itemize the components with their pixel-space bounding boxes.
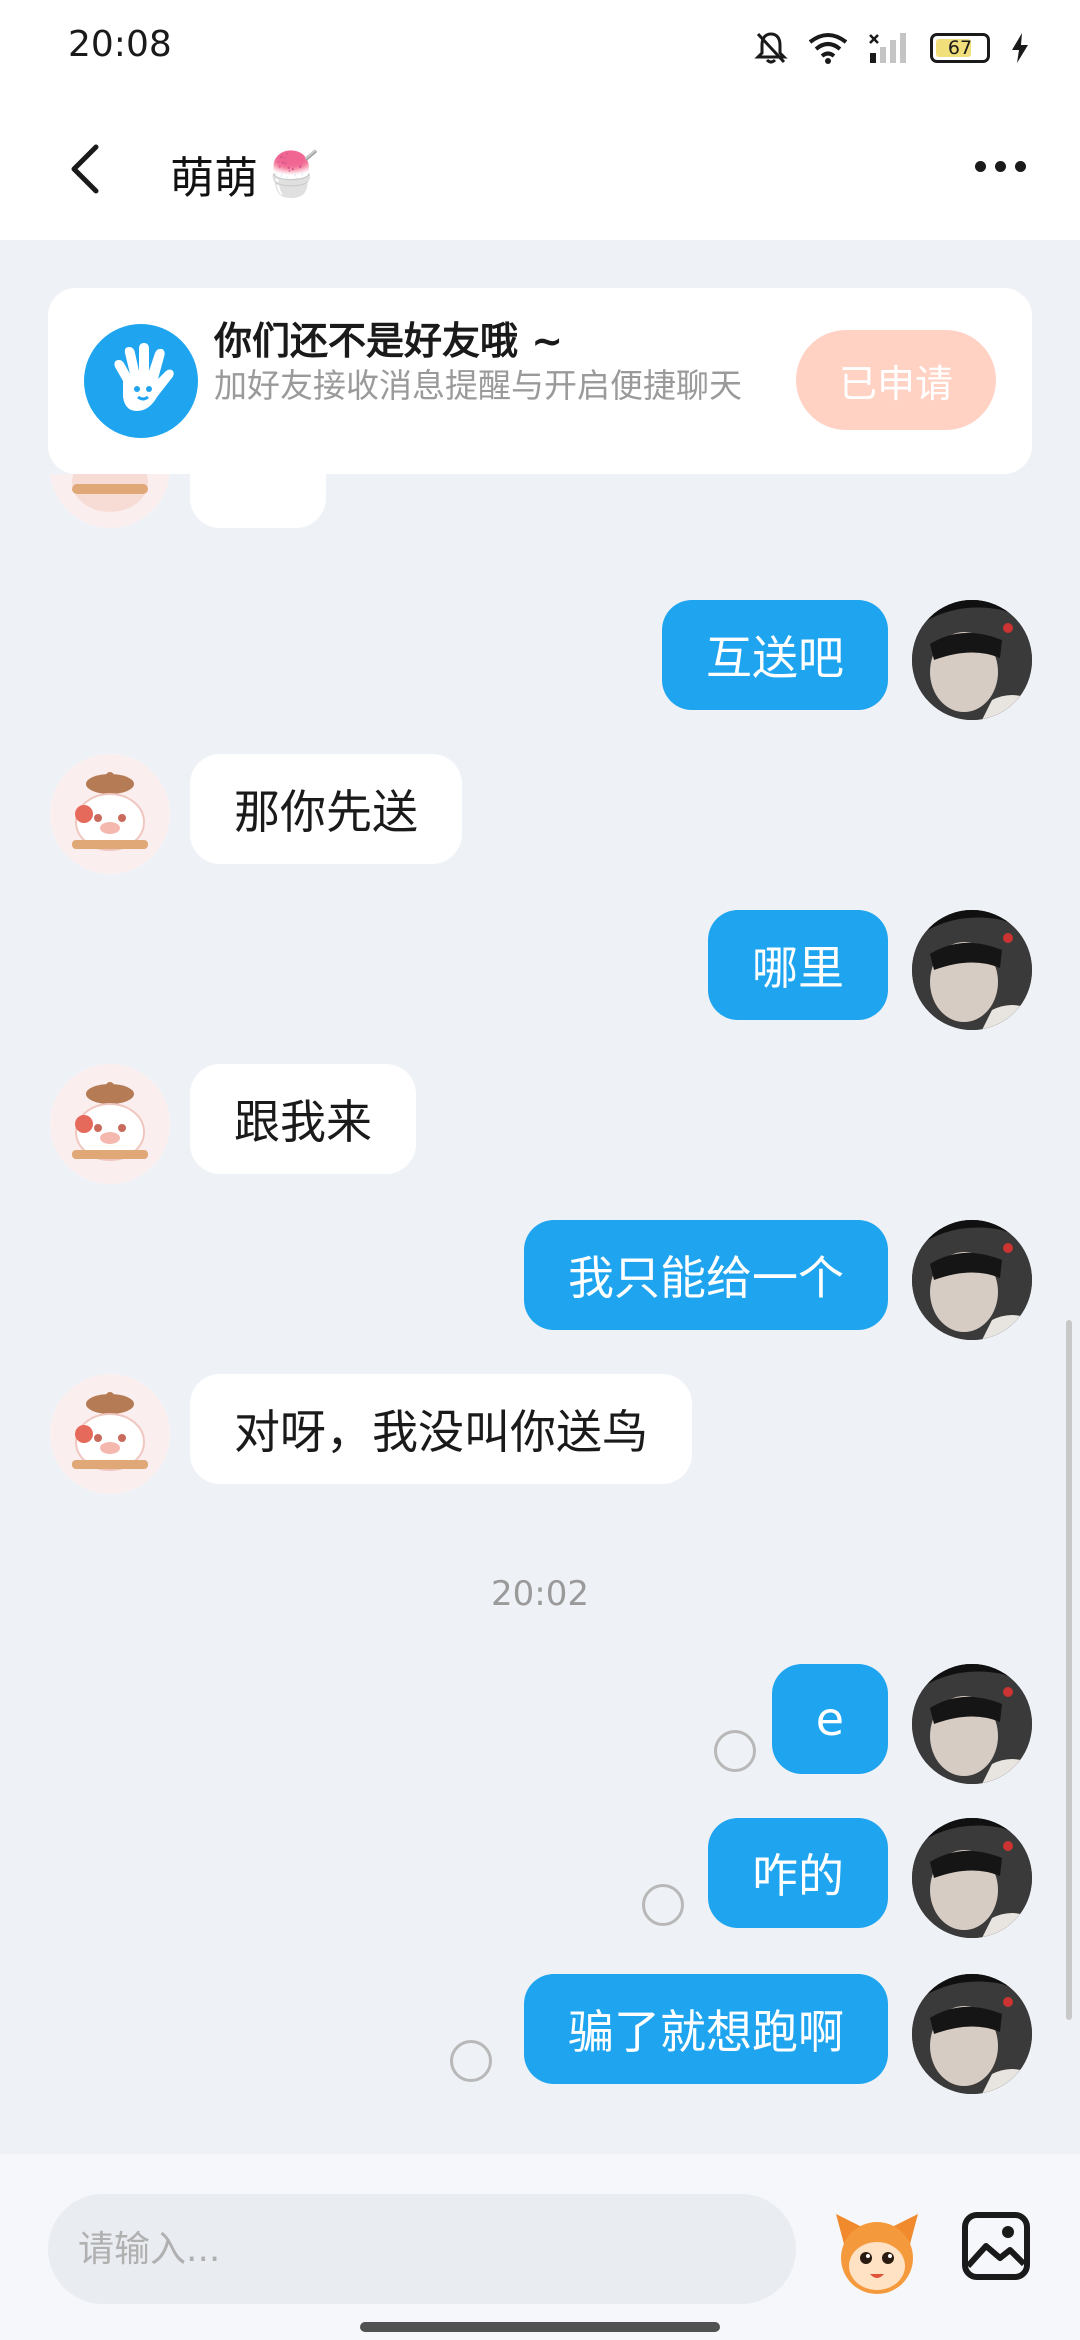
battery-icon: 67: [930, 33, 990, 63]
waving-hand-icon: [84, 324, 198, 438]
message-list[interactable]: 互送吧 那你先送 哪里 跟我来 我只能给一个 对呀，我没叫你送鸟 20:02 e…: [0, 474, 1080, 2154]
charging-icon: [1012, 33, 1028, 63]
incoming-bubble-partial[interactable]: [190, 474, 326, 528]
contact-name: 萌萌: [170, 153, 258, 204]
message-timestamp: 20:02: [491, 1574, 589, 1614]
mute-bell-icon: [754, 32, 788, 64]
input-bar: [0, 2154, 1080, 2340]
outgoing-message[interactable]: 哪里: [708, 910, 888, 1020]
incoming-message[interactable]: 跟我来: [190, 1064, 416, 1174]
incoming-message[interactable]: 对呀，我没叫你送鸟: [190, 1374, 692, 1484]
contact-avatar[interactable]: [50, 1064, 170, 1184]
emoji-button[interactable]: [830, 2204, 924, 2298]
banner-title: 你们还不是好友哦 ~: [214, 319, 564, 363]
my-avatar[interactable]: [912, 910, 1032, 1030]
outgoing-message[interactable]: e: [771, 1664, 888, 1774]
chevron-left-icon: [71, 144, 99, 194]
chat-header: 萌萌 🍧: [0, 96, 1080, 240]
contact-avatar[interactable]: [50, 1374, 170, 1494]
contact-avatar[interactable]: [50, 754, 170, 874]
outgoing-message[interactable]: 互送吧: [662, 600, 888, 710]
scrollbar[interactable]: [1066, 1320, 1072, 2020]
status-icons: 67: [754, 28, 1030, 68]
image-icon: [962, 2212, 1030, 2280]
my-avatar[interactable]: [912, 1818, 1032, 1938]
incoming-message[interactable]: 那你先送: [190, 754, 462, 864]
unread-indicator-icon: [642, 1884, 684, 1926]
message-input[interactable]: [48, 2194, 796, 2304]
my-avatar[interactable]: [912, 1220, 1032, 1340]
friend-request-banner: 你们还不是好友哦 ~ 加好友接收消息提醒与开启便捷聊天 已申请: [48, 288, 1032, 474]
my-avatar[interactable]: [912, 1974, 1032, 2094]
image-button[interactable]: [960, 2210, 1032, 2282]
battery-percent: 67: [947, 37, 973, 59]
outgoing-message[interactable]: 我只能给一个: [524, 1220, 888, 1330]
mascot-emoji-icon: [836, 2214, 918, 2294]
wifi-icon: [808, 33, 848, 64]
shaved-ice-emoji-icon: 🍧: [264, 149, 319, 200]
home-indicator[interactable]: [360, 2322, 720, 2332]
my-avatar[interactable]: [912, 1664, 1032, 1784]
more-options-button[interactable]: [960, 136, 1040, 196]
contact-avatar[interactable]: [50, 474, 170, 528]
outgoing-message[interactable]: 咋的: [708, 1818, 888, 1928]
my-avatar[interactable]: [912, 600, 1032, 720]
status-time: 20:08: [68, 24, 172, 65]
applied-button[interactable]: 已申请: [796, 330, 996, 430]
chat-title: 萌萌 🍧: [170, 142, 319, 206]
banner-subtitle: 加好友接收消息提醒与开启便捷聊天: [214, 366, 742, 405]
signal-icon: [869, 33, 906, 63]
outgoing-message[interactable]: 骗了就想跑啊: [524, 1974, 888, 2084]
unread-indicator-icon: [714, 1730, 756, 1772]
back-button[interactable]: [50, 134, 120, 204]
unread-indicator-icon: [450, 2040, 492, 2082]
status-bar: 20:08 67: [0, 0, 1080, 96]
